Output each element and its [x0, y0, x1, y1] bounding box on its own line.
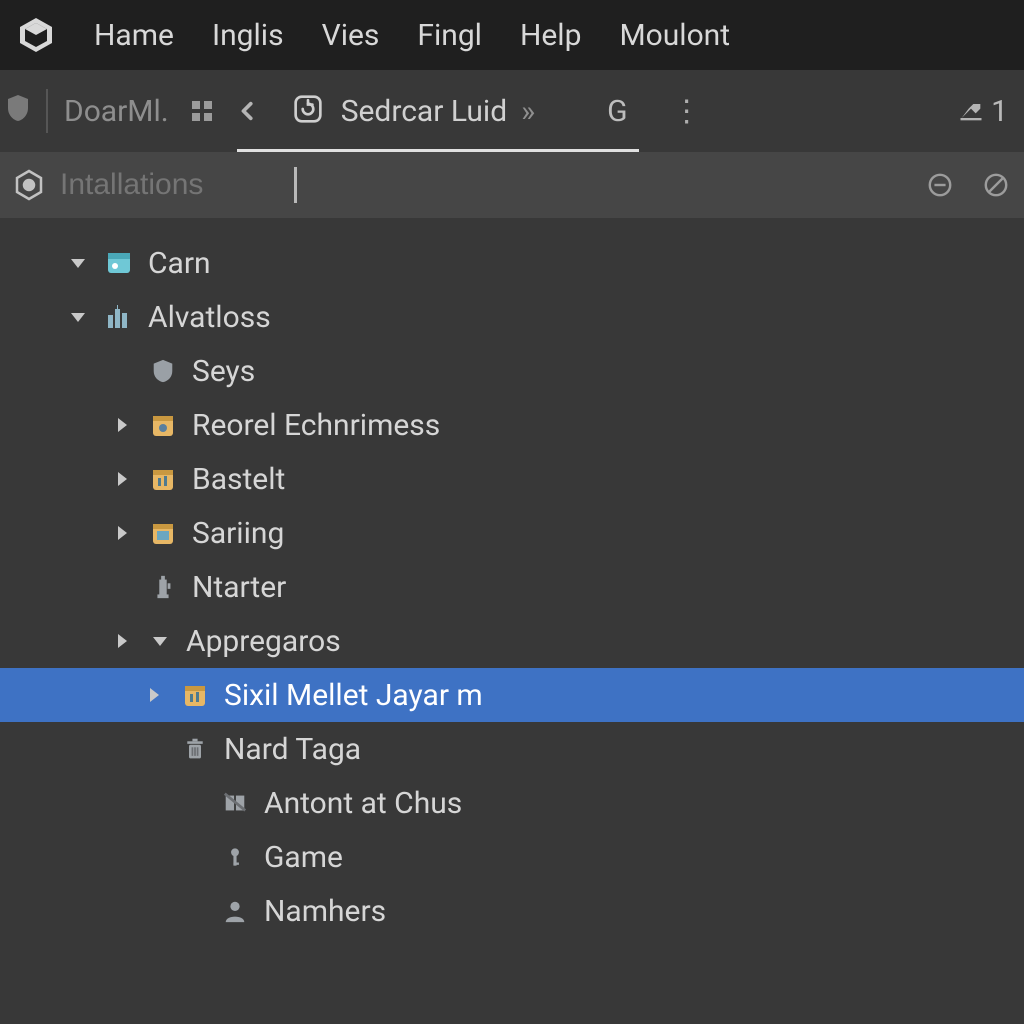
person-icon — [220, 896, 250, 926]
tree-row[interactable]: Alvatloss — [0, 290, 1024, 344]
grid-icon[interactable] — [183, 92, 221, 130]
app-logo-icon — [16, 15, 56, 55]
tabbar-g-label: G — [607, 94, 627, 129]
block-icon[interactable] — [980, 169, 1012, 201]
tower-icon — [148, 572, 178, 602]
tree-row[interactable]: Seys — [0, 344, 1024, 398]
chevron-right-icon[interactable] — [110, 629, 134, 653]
tree-row[interactable]: Appregaros — [0, 614, 1024, 668]
tree-row[interactable]: Sixil Mellet Jayar m — [0, 668, 1024, 722]
tree-item-label: Reorel Echnrimess — [192, 408, 440, 443]
trash-icon — [180, 734, 210, 764]
tree-item-label: Sariing — [192, 516, 284, 551]
menubar: Hame Inglis Vies Fingl Help Moulont — [0, 0, 1024, 70]
pin-icon — [957, 97, 985, 125]
key-icon — [220, 842, 250, 872]
searchbar — [0, 152, 1024, 218]
chevron-down-icon[interactable] — [66, 305, 90, 329]
tree-row[interactable]: Antont at Chus — [0, 776, 1024, 830]
tree-item-label: Alvatloss — [148, 300, 271, 335]
chevron-right-icon[interactable] — [142, 683, 166, 707]
target-icon[interactable] — [12, 168, 46, 202]
folder-a-icon — [148, 410, 178, 440]
folder-b-icon — [180, 680, 210, 710]
tree-item-label: Nard Taga — [224, 732, 361, 767]
search-input[interactable] — [60, 168, 280, 202]
back-icon[interactable] — [229, 92, 267, 130]
refresh-icon — [293, 94, 327, 128]
tabbar: DoarMl. Sedrcar Luid » G ⋮ 1 — [0, 70, 1024, 152]
menu-item-3[interactable]: Fingl — [417, 18, 482, 53]
tree-row[interactable]: Reorel Echnrimess — [0, 398, 1024, 452]
tree-item-label: Sixil Mellet Jayar m — [224, 678, 483, 713]
tree-item-label: Seys — [192, 354, 255, 389]
menu-item-5[interactable]: Moulont — [619, 18, 730, 53]
book-icon — [220, 788, 250, 818]
tree-row[interactable]: Ntarter — [0, 560, 1024, 614]
tree-row[interactable]: Carn — [0, 236, 1024, 290]
chevron-right-icon[interactable] — [110, 521, 134, 545]
tabbar-right-cluster[interactable]: 1 — [957, 94, 1018, 129]
tree-row[interactable]: Nard Taga — [0, 722, 1024, 776]
tabbar-count: 1 — [991, 94, 1008, 129]
chevron-right-icon[interactable] — [110, 413, 134, 437]
tree-item-label: Game — [264, 840, 343, 875]
chevrons-icon: » — [521, 94, 535, 129]
tab-main[interactable]: Sedrcar Luid » — [275, 70, 553, 152]
city-icon — [104, 302, 134, 332]
tab-label: Sedrcar Luid — [341, 94, 507, 129]
tabbar-left-label: DoarMl. — [64, 94, 169, 129]
tree-row[interactable]: Namhers — [0, 884, 1024, 938]
tree-row[interactable]: Sariing — [0, 506, 1024, 560]
tree-item-label: Namhers — [264, 894, 386, 929]
tree-row[interactable]: Bastelt — [0, 452, 1024, 506]
tree-row[interactable]: Game — [0, 830, 1024, 884]
menu-item-1[interactable]: Inglis — [212, 18, 284, 53]
more-icon[interactable]: ⋮ — [672, 94, 702, 129]
shield-icon — [148, 356, 178, 386]
tree-item-label: Appregaros — [186, 624, 341, 659]
shield-icon — [6, 94, 34, 128]
tree-item-label: Antont at Chus — [264, 786, 462, 821]
tree-item-label: Ntarter — [192, 570, 286, 605]
scene-icon — [104, 248, 134, 278]
collapse-icon[interactable] — [924, 169, 956, 201]
menu-item-0[interactable]: Hame — [94, 18, 174, 53]
divider — [46, 89, 48, 133]
hierarchy-tree: Carn Alvatloss Seys Reorel Echnrimess Bastel… — [0, 218, 1024, 938]
chevron-right-icon[interactable] — [110, 467, 134, 491]
folder-c-icon — [148, 518, 178, 548]
text-caret — [294, 167, 297, 203]
menu-item-2[interactable]: Vies — [322, 18, 380, 53]
chevron-down-icon[interactable] — [148, 629, 172, 653]
folder-b-icon — [148, 464, 178, 494]
menu-item-4[interactable]: Help — [520, 18, 581, 53]
chevron-down-icon[interactable] — [66, 251, 90, 275]
tree-item-label: Bastelt — [192, 462, 285, 497]
tree-item-label: Carn — [148, 246, 211, 281]
